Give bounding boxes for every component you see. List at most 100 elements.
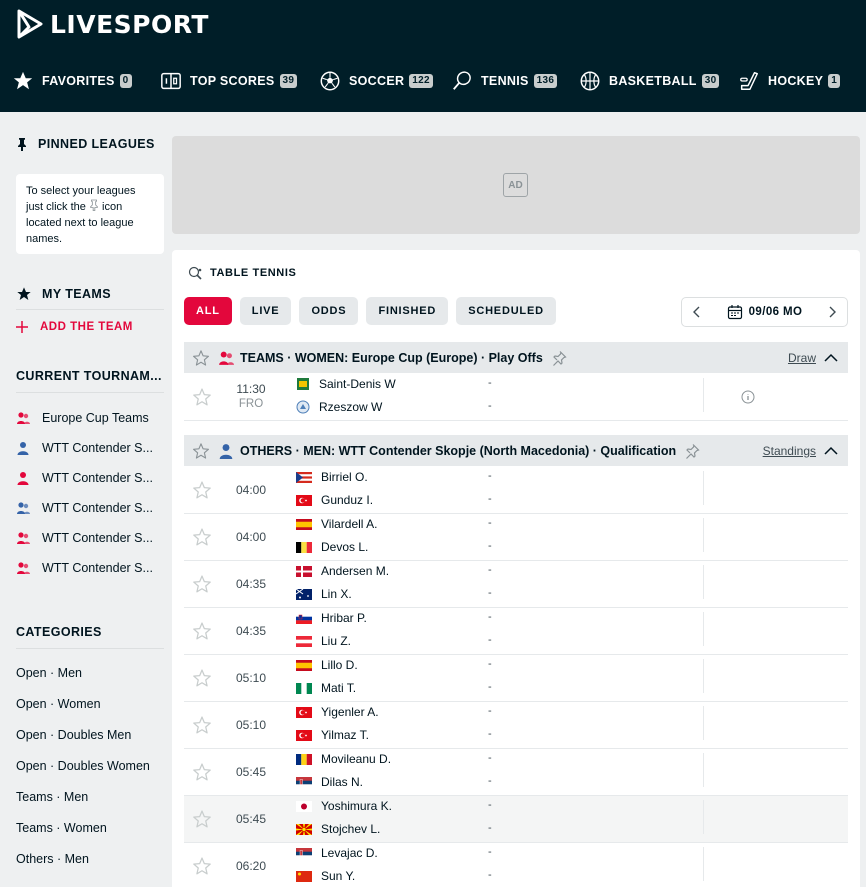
chevron-right-icon[interactable] [827,306,837,318]
chevron-up-icon[interactable] [824,353,838,363]
match-row[interactable]: 11:30 FRO Saint-Denis W Rzeszow W - - [184,374,848,421]
star-outline-icon[interactable] [192,621,212,641]
match-row[interactable]: 04:35 Hribar P. Liu Z. - - [184,608,848,655]
match-row[interactable]: 04:35 Andersen M. Lin X. - - [184,561,848,608]
star-outline-icon[interactable] [192,574,212,594]
tournament-item[interactable]: WTT Contender S... [16,531,153,545]
star-outline-icon[interactable] [192,387,212,407]
category-item[interactable]: Open · Doubles Men [16,728,131,742]
divider [703,378,704,412]
away-score: - [488,587,492,599]
star-outline-icon[interactable] [192,349,210,367]
nav-basketball[interactable]: BASKETBALL 30 [579,70,720,92]
sport-title: TABLE TENNIS [188,266,296,280]
category-item[interactable]: Open · Women [16,697,101,711]
match-row[interactable]: 04:00 Birriel O. Gunduz I. - - [184,467,848,514]
match-row[interactable]: 05:45 Movileanu D. Dilas N. - - [184,749,848,796]
category-item[interactable]: Open · Men [16,666,82,680]
away-player: Stojchev L. [296,822,380,836]
league-country: OTHERS [240,443,293,458]
match-time: 05:10 [236,718,267,732]
brand-name: LIVESPORT [50,9,209,39]
league-standings-link[interactable]: Standings [763,444,816,458]
add-team-button[interactable]: ADD THE TEAM [16,321,133,333]
tournament-item[interactable]: WTT Contender S... [16,471,153,485]
home-score: - [488,517,492,529]
pin-outline-icon[interactable] [684,443,700,459]
star-outline-icon[interactable] [192,856,212,876]
league-name: WOMEN: Europe Cup (Europe) · Play Offs [294,350,543,365]
chevron-up-icon[interactable] [824,446,838,456]
category-item[interactable]: Open · Doubles Women [16,759,150,773]
nav-label: FAVORITES [42,74,115,88]
match-row[interactable]: 05:45 Yoshimura K. Stojchev L. - - [184,796,848,843]
filter-all[interactable]: ALL [184,297,232,325]
filter-tabs: ALL LIVE ODDS FINISHED SCHEDULED [184,297,556,325]
man-icon [219,443,233,459]
home-score: - [488,611,492,623]
match-row[interactable]: 04:00 Vilardell A. Devos L. - - [184,514,848,561]
away-player: Devos L. [296,540,368,554]
livesport-logo[interactable]: LIVESPORT [16,8,209,40]
table-tennis-icon [188,266,202,280]
ad-label: AD [503,173,528,197]
star-outline-icon[interactable] [192,442,210,460]
home-player: Yigenler A. [296,705,379,719]
match-row[interactable]: 05:10 Yigenler A. Yilmaz T. - - [184,702,848,749]
nav-count-badge: 1 [828,74,841,88]
match-row[interactable]: 05:10 Lillo D. Mati T. - - [184,655,848,702]
pin-outline-icon[interactable] [551,350,567,366]
tournament-item[interactable]: WTT Contender S... [16,441,153,455]
divider [16,392,164,393]
away-score: - [488,493,492,505]
home-score: - [488,846,492,858]
filter-scheduled[interactable]: SCHEDULED [456,297,556,325]
star-outline-icon[interactable] [192,527,212,547]
date-display[interactable]: 09/06 MO [727,304,803,320]
away-player: Liu Z. [296,634,351,648]
filter-finished[interactable]: FINISHED [366,297,449,325]
away-player: Yilmaz T. [296,728,369,742]
country-flag-icon [296,565,312,577]
category-item[interactable]: Teams · Men [16,790,88,804]
nav-hockey[interactable]: HOCKEY 1 [738,70,841,92]
info-icon[interactable] [741,390,755,404]
my-teams-title: MY TEAMS [16,286,111,302]
home-score: - [488,470,492,482]
filter-live[interactable]: LIVE [239,297,292,325]
category-item[interactable]: Others · Men [16,852,89,866]
nav-tennis[interactable]: TENNIS 136 [451,70,558,92]
nav-favorites[interactable]: FAVORITES 0 [12,70,132,92]
league-header[interactable]: OTHERS · MEN: WTT Contender Skopje (Nort… [184,435,848,466]
ad-banner[interactable]: AD [172,136,860,234]
calendar-icon [727,305,742,320]
nav-soccer[interactable]: SOCCER 122 [319,70,433,92]
nav-top-scores[interactable]: TOP SCORES 39 [160,70,298,92]
star-outline-icon[interactable] [192,809,212,829]
match-status: FRO [238,398,264,410]
category-item[interactable]: Teams · Women [16,821,107,835]
country-flag-icon [296,682,312,694]
league-draw-link[interactable]: Draw [788,351,816,365]
away-score: - [488,822,492,834]
filter-odds[interactable]: ODDS [299,297,359,325]
star-outline-icon[interactable] [192,480,212,500]
star-icon [12,70,34,92]
divider [703,706,704,740]
away-player: Lin X. [296,587,352,601]
away-score: - [488,540,492,552]
star-outline-icon[interactable] [192,668,212,688]
match-time: 04:00 [236,483,267,497]
chevron-left-icon[interactable] [692,306,702,318]
tournament-item[interactable]: WTT Contender S... [16,561,153,575]
star-outline-icon[interactable] [192,715,212,735]
tournament-item[interactable]: Europe Cup Teams [16,411,149,425]
star-outline-icon[interactable] [192,762,212,782]
tournament-item[interactable]: WTT Contender S... [16,501,153,515]
match-time: 05:45 [236,812,267,826]
divider [703,800,704,834]
country-flag-icon [296,494,312,506]
league-header[interactable]: TEAMS · WOMEN: Europe Cup (Europe) · Pla… [184,342,848,373]
nav-count-badge: 30 [701,74,720,88]
match-row[interactable]: 06:20 Levajac D. Sun Y. - - [184,843,848,887]
